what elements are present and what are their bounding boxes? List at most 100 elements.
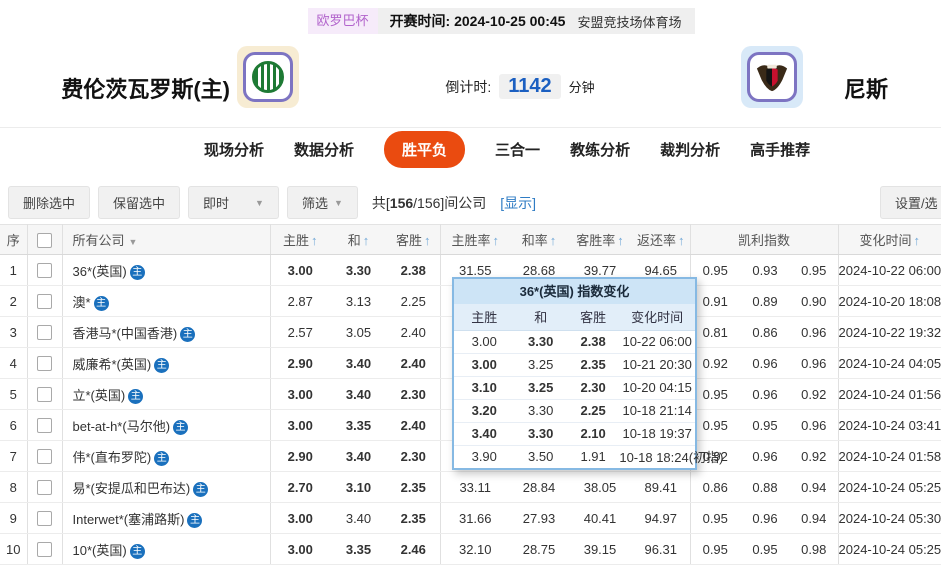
row-checkbox[interactable] [37, 449, 52, 465]
company-cell[interactable]: 立*(英国) 主 [62, 378, 271, 410]
home-odds[interactable]: 3.00 [270, 409, 330, 441]
row-checkbox[interactable] [37, 294, 52, 310]
popup-header-away: 客胜 [566, 304, 620, 331]
home-odds[interactable]: 3.00 [270, 254, 330, 286]
home-odds[interactable]: 3.00 [270, 378, 330, 410]
analysis-tabs: 现场分析 数据分析 胜平负 三合一 教练分析 裁判分析 高手推荐 [0, 127, 941, 171]
company-cell[interactable]: 伟*(直布罗陀) 主 [62, 440, 271, 472]
away-team-name: 尼斯 [844, 77, 889, 102]
tab-live-analysis[interactable]: 现场分析 [204, 139, 264, 160]
popup-away-odds: 2.38 [566, 330, 620, 354]
popup-draw-odds: 3.30 [514, 330, 567, 354]
away-odds[interactable]: 2.30 [387, 440, 441, 472]
instant-dropdown[interactable]: 即时 ▼ [188, 186, 279, 219]
company-name[interactable]: 香港马*(中国香港) [73, 326, 178, 341]
settings-button[interactable]: 设置/选 [880, 186, 941, 219]
tab-expert-picks[interactable]: 高手推荐 [750, 139, 810, 160]
home-odds[interactable]: 3.00 [270, 533, 330, 565]
away-odds[interactable]: 2.35 [387, 502, 441, 534]
row-checkbox[interactable] [37, 387, 52, 403]
away-odds[interactable]: 2.40 [387, 347, 441, 379]
draw-odds[interactable]: 3.10 [330, 471, 387, 503]
chevron-down-icon: ▼ [333, 197, 343, 208]
draw-odds[interactable]: 3.05 [330, 316, 387, 348]
draw-odds[interactable]: 3.40 [330, 378, 387, 410]
keep-selected-button[interactable]: 保留选中 [98, 186, 181, 219]
home-odds[interactable]: 3.00 [270, 502, 330, 534]
header-company[interactable]: 所有公司 ▼ [62, 224, 271, 255]
away-odds[interactable]: 2.35 [387, 471, 441, 503]
select-all-checkbox[interactable] [37, 232, 52, 248]
away-odds[interactable]: 2.40 [387, 409, 441, 441]
row-checkbox[interactable] [37, 511, 52, 527]
tab-win-draw-lose[interactable]: 胜平负 [384, 131, 466, 168]
filter-dropdown[interactable]: 筛选 ▼ [286, 186, 358, 219]
company-cell[interactable]: Interwet*(塞浦路斯) 主 [62, 502, 271, 534]
draw-odds[interactable]: 3.40 [330, 502, 387, 534]
company-cell[interactable]: bet-at-h*(马尔他) 主 [62, 409, 271, 441]
company-name[interactable]: 10*(英国) [73, 543, 127, 558]
sort-up-icon: ↑ [492, 233, 500, 248]
home-odds[interactable]: 2.70 [270, 471, 330, 503]
popup-draw-odds: 3.50 [528, 449, 554, 465]
row-checkbox[interactable] [37, 480, 52, 496]
company-name[interactable]: 伟*(直布罗陀) [73, 450, 152, 465]
company-cell[interactable]: 澳* 主 [62, 285, 271, 317]
header-away-rate[interactable]: 客胜率 ↑ [568, 224, 632, 255]
company-cell[interactable]: 易*(安提瓜和巴布达) 主 [62, 471, 271, 503]
company-name[interactable]: 36*(英国) [73, 264, 127, 279]
sort-up-icon: ↑ [617, 233, 624, 248]
tab-data-analysis[interactable]: 数据分析 [294, 139, 354, 160]
tab-coach-analysis[interactable]: 教练分析 [570, 139, 630, 160]
countdown-label: 倒计时: [445, 78, 492, 95]
header-home-rate[interactable]: 主胜率 ↑ [440, 224, 510, 255]
tab-three-in-one[interactable]: 三合一 [495, 139, 540, 160]
header-change-time[interactable]: 变化时间 ↑ [838, 224, 941, 255]
header-draw-odds[interactable]: 和 ↑ [330, 224, 387, 255]
company-cell[interactable]: 威廉希*(英国) 主 [62, 347, 271, 379]
header-away-odds[interactable]: 客胜 ↑ [387, 224, 441, 255]
company-name[interactable]: 立*(英国) [73, 388, 126, 403]
header-draw-rate[interactable]: 和率 ↑ [510, 224, 568, 255]
row-checkbox[interactable] [37, 325, 52, 341]
company-name[interactable]: 易*(安提瓜和巴布达) [73, 481, 191, 496]
company-name[interactable]: 威廉希*(英国) [73, 357, 152, 372]
show-link[interactable]: [显示] [500, 193, 536, 213]
row-checkbox[interactable] [37, 418, 52, 434]
home-team-name: 费伦茨瓦罗斯(主) [61, 77, 230, 102]
company-name[interactable]: 澳* [73, 295, 91, 310]
kelly-value: 0.86 [690, 471, 740, 503]
draw-odds[interactable]: 3.13 [330, 285, 387, 317]
row-checkbox[interactable] [37, 356, 52, 372]
company-cell[interactable]: 10*(英国) 主 [62, 533, 271, 565]
away-odds[interactable]: 2.25 [387, 285, 441, 317]
popup-away-odds: 2.10 [566, 422, 620, 446]
draw-odds[interactable]: 3.30 [330, 254, 387, 286]
draw-odds[interactable]: 3.35 [330, 533, 387, 565]
header-payout-rate[interactable]: 返还率 ↑ [632, 224, 691, 255]
delete-selected-button[interactable]: 删除选中 [8, 186, 91, 219]
company-name[interactable]: bet-at-h*(马尔他) [73, 419, 171, 434]
company-cell[interactable]: 香港马*(中国香港) 主 [62, 316, 271, 348]
company-cell[interactable]: 36*(英国) 主 [62, 254, 271, 286]
home-odds[interactable]: 2.90 [270, 440, 330, 472]
header-home-odds[interactable]: 主胜 ↑ [270, 224, 330, 255]
away-odds[interactable]: 2.40 [387, 316, 441, 348]
match-header: 费伦茨瓦罗斯(主) 倒计时: 1142 分钟 尼斯 [0, 44, 941, 128]
home-odds[interactable]: 2.90 [270, 347, 330, 379]
draw-odds[interactable]: 3.40 [330, 440, 387, 472]
home-odds[interactable]: 2.87 [270, 285, 330, 317]
draw-rate: 27.93 [510, 502, 568, 534]
company-name[interactable]: Interwet*(塞浦路斯) [73, 512, 185, 527]
row-checkbox[interactable] [37, 263, 52, 279]
popup-draw-odds: 3.25 [514, 376, 567, 400]
away-odds[interactable]: 2.38 [387, 254, 441, 286]
home-odds[interactable]: 2.57 [270, 316, 330, 348]
away-odds[interactable]: 2.46 [387, 533, 441, 565]
draw-odds[interactable]: 3.40 [330, 347, 387, 379]
row-checkbox[interactable] [37, 542, 52, 558]
away-odds[interactable]: 2.30 [387, 378, 441, 410]
tab-referee-analysis[interactable]: 裁判分析 [660, 139, 720, 160]
draw-odds[interactable]: 3.35 [330, 409, 387, 441]
popup-away-odds: 2.25 [566, 399, 620, 423]
